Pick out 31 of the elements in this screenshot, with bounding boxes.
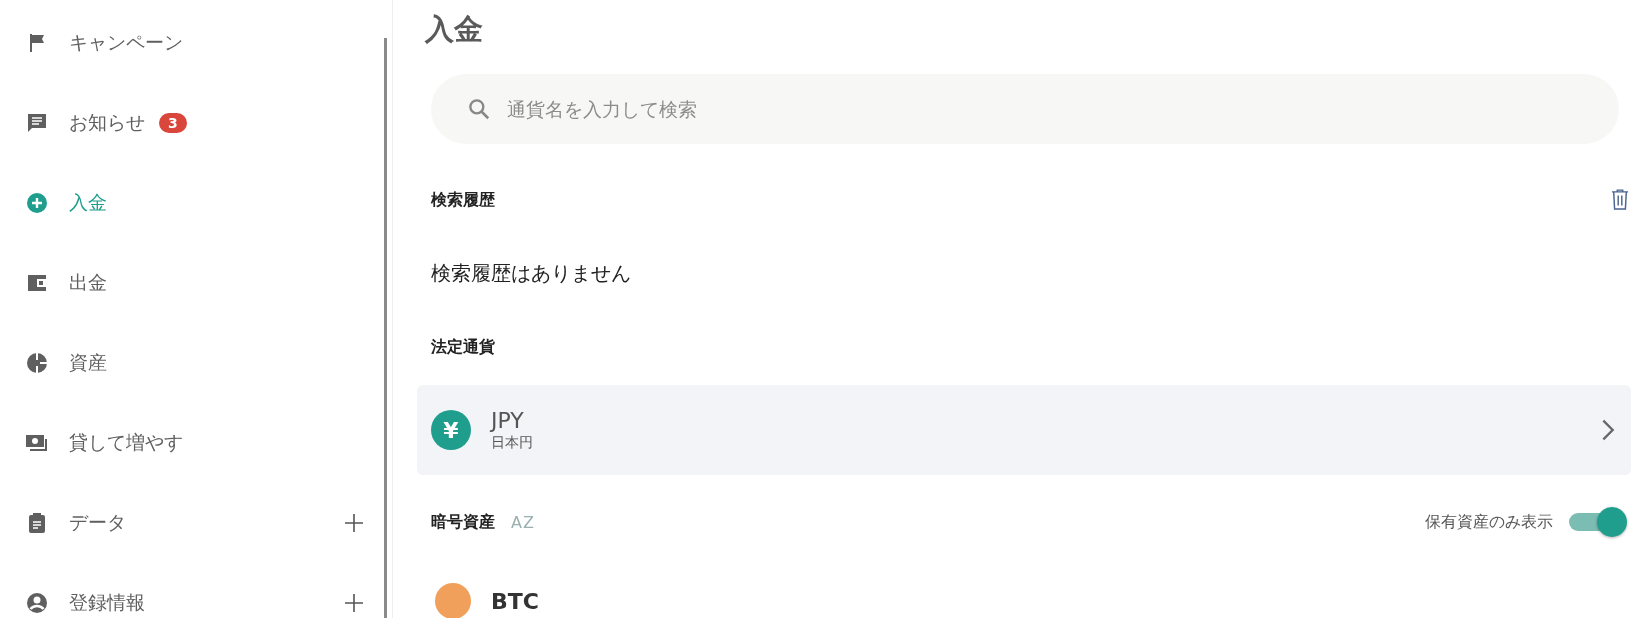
page-title: 入金 bbox=[425, 11, 484, 48]
sidebar-item[interactable]: 資産 bbox=[0, 323, 384, 403]
empty-history-text: 検索履歴はありません bbox=[430, 260, 632, 287]
currency-icon: ¥ bbox=[431, 410, 471, 450]
currency-code: BTC bbox=[491, 588, 539, 614]
search-field[interactable]: 通貨名を入力して検索 bbox=[431, 74, 1619, 144]
trash-icon[interactable] bbox=[1611, 189, 1629, 211]
sidebar-item[interactable]: 入金 bbox=[0, 163, 384, 243]
toggle-switch[interactable] bbox=[1567, 507, 1627, 537]
sidebar-item[interactable]: 登録情報 bbox=[0, 563, 384, 618]
chat-icon bbox=[25, 111, 49, 135]
section-heading: 暗号資産 bbox=[431, 511, 495, 533]
sidebar-item[interactable]: データ bbox=[0, 483, 384, 563]
currency-code: JPY bbox=[491, 408, 525, 434]
sidebar-item[interactable]: お知らせ 3 bbox=[0, 83, 384, 163]
coin-icon bbox=[435, 583, 471, 618]
sidebar-item[interactable]: キャンペーン bbox=[0, 3, 384, 83]
chevron-right-icon bbox=[1601, 418, 1615, 442]
section-heading: 検索履歴 bbox=[431, 189, 495, 211]
person-icon bbox=[25, 591, 49, 615]
currency-row[interactable]: ¥ JPY 日本円 bbox=[417, 385, 1631, 475]
currency-name: 日本円 bbox=[491, 434, 533, 452]
sidebar-item[interactable]: 出金 bbox=[0, 243, 384, 323]
notification-badge: 3 bbox=[159, 113, 187, 133]
plus-circle-icon bbox=[25, 191, 49, 215]
search-icon bbox=[466, 96, 492, 122]
sidebar-item[interactable]: 貸して増やす bbox=[0, 403, 384, 483]
filter-label: 保有資産のみ表示 bbox=[1425, 511, 1553, 533]
section-heading: 法定通貨 bbox=[431, 337, 495, 358]
scrollbar[interactable] bbox=[384, 38, 387, 618]
pie-chart-icon bbox=[25, 351, 49, 375]
